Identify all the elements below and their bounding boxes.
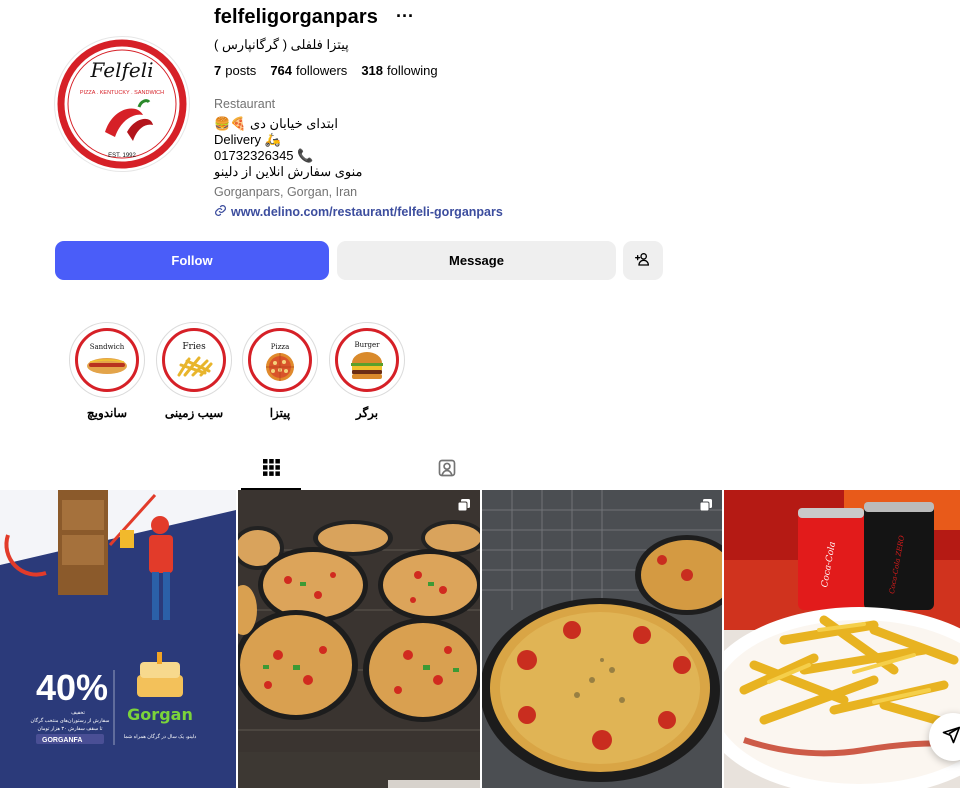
promo-code: GORGANFA xyxy=(42,737,82,744)
avatar-tagline: PIZZA . KENTUCKY . SANDWICH xyxy=(80,90,164,96)
bio-line-menu: منوی سفارش انلاین از دلینو xyxy=(214,164,363,179)
tab-posts[interactable] xyxy=(241,452,301,490)
more-icon[interactable]: ··· xyxy=(396,6,414,27)
tagged-icon xyxy=(437,458,457,483)
highlight-burger[interactable]: Burger برگر xyxy=(329,322,405,420)
highlight-caption: سیب زمینی xyxy=(164,406,224,420)
profile-location[interactable]: Gorganpars, Gorgan, Iran xyxy=(214,185,357,199)
follow-button[interactable]: Follow xyxy=(55,241,329,280)
posts-label: posts xyxy=(225,63,257,78)
avatar-est: EST. 1992 xyxy=(108,153,136,159)
highlight-sandwich[interactable]: Sandwich ساندویچ xyxy=(69,322,145,420)
profile-website-link[interactable]: www.delino.com/restaurant/felfeli-gorgan… xyxy=(214,204,503,220)
posts-stat: 7 posts xyxy=(214,63,256,78)
highlight-title: Burger xyxy=(355,341,381,349)
message-button[interactable]: Message xyxy=(337,241,616,280)
highlight-caption: پیتزا xyxy=(269,406,291,420)
profile-category: Restaurant xyxy=(214,97,276,111)
highlight-title: Sandwich xyxy=(90,343,125,351)
multiple-posts-icon xyxy=(457,498,470,512)
following-label: following xyxy=(387,63,438,78)
profile-avatar[interactable]: Felfeli PIZZA . KENTUCKY . SANDWICH EST.… xyxy=(55,37,189,171)
post-tile-pizzas[interactable] xyxy=(238,490,480,788)
suggested-accounts-button[interactable] xyxy=(623,241,663,280)
promo-line1: سفارش از رستوران‌های منتخب گرگان xyxy=(31,717,110,724)
highlight-caption: برگر xyxy=(355,406,379,420)
post-tile-pizza-pan[interactable] xyxy=(482,490,722,788)
promo-line2: تا سقف سفارش ۳۰ هزار تومان xyxy=(38,726,104,732)
add-person-icon xyxy=(635,251,651,270)
following-count: 318 xyxy=(361,63,384,78)
grid-icon xyxy=(262,459,280,481)
followers-label: followers xyxy=(296,63,348,78)
highlight-caption: ساندویچ xyxy=(86,406,128,420)
followers-count: 764 xyxy=(270,63,293,78)
bio-line-delivery: Delivery 🛵 xyxy=(214,132,281,147)
promo-discount: 40% xyxy=(36,667,108,708)
share-icon xyxy=(941,725,960,750)
promo-discount-sub: تخفیف xyxy=(71,710,85,716)
promo-footer: دلینو، یک سال در گرگان همراه شما xyxy=(124,733,197,740)
following-stat[interactable]: 318 following xyxy=(361,63,437,78)
link-icon xyxy=(214,204,227,220)
avatar-brand-text: Felfeli xyxy=(89,58,153,82)
bio-line-address: ابتدای خیابان دی 🍕🍔 xyxy=(214,116,338,131)
followers-stat[interactable]: 764 followers xyxy=(270,63,347,78)
highlight-fries[interactable]: Fries سیب زمینی xyxy=(156,322,232,420)
posts-count: 7 xyxy=(214,63,222,78)
highlight-title: Pizza xyxy=(271,343,290,351)
multiple-posts-icon xyxy=(699,498,712,512)
highlight-title: Fries xyxy=(182,342,206,352)
profile-full-name: پیتزا فلفلی ( گرگانپارس ) xyxy=(214,37,349,52)
website-text: www.delino.com/restaurant/felfeli-gorgan… xyxy=(231,205,503,219)
profile-username: felfeligorganpars xyxy=(214,6,378,28)
highlight-pizza[interactable]: Pizza پیتزا xyxy=(242,322,318,420)
bio-line-phone: 01732326345 📞 xyxy=(214,148,314,163)
promo-brand: Gorgan xyxy=(127,705,193,724)
profile-stats: 7 posts 764 followers 318 following xyxy=(214,63,438,78)
post-tile-promo[interactable]: 40% تخفیف سفارش از رستوران‌های منتخب گرگ… xyxy=(0,490,236,788)
post-tile-fries-cola[interactable]: Coca-Cola Coca-Cola ZERO xyxy=(724,490,960,788)
tab-tagged[interactable] xyxy=(417,452,477,489)
